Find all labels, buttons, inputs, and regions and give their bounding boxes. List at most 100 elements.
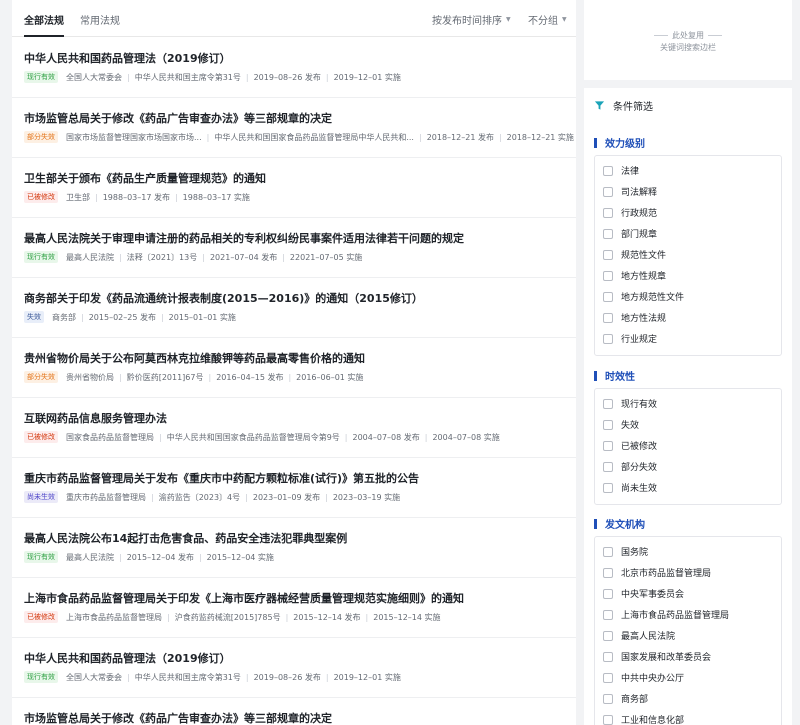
checkbox[interactable] [603, 651, 613, 662]
regulation-title-link[interactable]: 市场监管总局关于修改《药品广告审查办法》等三部规章的决定 [24, 110, 332, 126]
filter-option-label: 规范性文件 [621, 251, 667, 261]
filter-option[interactable]: 已被修改 [603, 439, 657, 452]
meta-field: 商务部 [52, 312, 76, 322]
meta-separator: | [127, 72, 130, 82]
checkbox[interactable] [603, 312, 613, 323]
meta-field: 沪食药监药械流[2015]785号 [174, 612, 281, 622]
filter-option[interactable]: 上海市食品药品监督管理局 [603, 608, 729, 621]
regulation-title-link[interactable]: 卫生部关于颁布《药品生产质量管理规范》的通知 [24, 170, 266, 186]
filter-option[interactable]: 行业规定 [603, 332, 657, 345]
section-marker [594, 137, 597, 148]
regulation-list-item[interactable]: 互联网药品信息服务管理办法 已被修改 国家食品药品监督管理局 | 中华人民共和国国家食品… [12, 398, 576, 458]
tab-common-regulations[interactable]: 常用法规 [80, 12, 120, 27]
regulation-title-link[interactable]: 最高人民法院公布14起打击危害食品、药品安全违法犯罪典型案例 [24, 530, 347, 546]
filter-option[interactable]: 失效 [603, 418, 639, 431]
regulation-list-item[interactable]: 市场监管总局关于修改《药品广告审查办法》等三部规章的决定 [12, 698, 576, 725]
checkbox[interactable] [603, 693, 613, 704]
regulation-list-item[interactable]: 卫生部关于颁布《药品生产质量管理规范》的通知 已被修改 卫生部 | 1988–03–17… [12, 158, 576, 218]
meta-field: 2018–12–21 发布 [426, 132, 494, 142]
filter-option-label: 商务部 [621, 695, 649, 705]
filter-option[interactable]: 法律 [603, 164, 639, 177]
regulation-list-item[interactable]: 商务部关于印发《药品流通统计报表制度(2015—2016)》的通知（2015修订… [12, 278, 576, 338]
meta-separator: | [325, 72, 329, 82]
filter-option-label: 部分失效 [621, 463, 658, 473]
checkbox[interactable] [603, 333, 613, 344]
checkbox[interactable] [603, 228, 613, 239]
regulation-list-item[interactable]: 中华人民共和国药品管理法（2019修订） 现行有效 全国人大常委会 | 中华人民共和国主… [12, 38, 576, 98]
checkbox[interactable] [603, 567, 613, 578]
regulation-title-link[interactable]: 上海市食品药品监督管理局关于印发《上海市医疗器械经营质量管理规范实施细则》的通知 [24, 590, 464, 606]
filter-option[interactable]: 尚未生效 [603, 481, 657, 494]
filter-option-label: 北京市药品监督管理局 [621, 569, 712, 579]
meta-field: 2004–07–08 实施 [432, 432, 500, 442]
checkbox[interactable] [603, 419, 613, 430]
status-badge: 现行有效 [24, 71, 58, 83]
filter-option[interactable]: 地方性法规 [603, 311, 666, 324]
filter-option-label: 法律 [621, 167, 640, 177]
filter-option[interactable]: 地方性规章 [603, 269, 666, 282]
regulation-list-item[interactable]: 最高人民法院关于审理申请注册的药品相关的专利权纠纷民事案件适用法律若干问题的规定… [12, 218, 576, 278]
regulation-title-link[interactable]: 贵州省物价局关于公布阿莫西林克拉维酸钾等药品最高零售价格的通知 [24, 350, 365, 366]
filter-option[interactable]: 部门规章 [603, 227, 657, 240]
checkbox[interactable] [603, 482, 613, 493]
checkbox[interactable] [603, 609, 613, 620]
meta-field: 2019–12–01 实施 [333, 72, 401, 82]
filter-option[interactable]: 地方规范性文件 [603, 290, 684, 303]
regulation-list-item[interactable]: 最高人民法院公布14起打击危害食品、药品安全违法犯罪典型案例 现行有效 最高人民法院… [12, 518, 576, 578]
checkbox[interactable] [603, 546, 613, 557]
regulation-title-link[interactable]: 市场监管总局关于修改《药品广告审查办法》等三部规章的决定 [24, 710, 332, 725]
filter-option[interactable]: 最高人民法院 [603, 629, 675, 642]
regulation-title-link[interactable]: 互联网药品信息服务管理办法 [24, 410, 167, 426]
sort-by-time-dropdown[interactable]: 按发布时间排序 ▼ [432, 12, 511, 27]
filter-section-label: 发文机构 [605, 520, 645, 531]
regulation-title-link[interactable]: 中华人民共和国药品管理法（2019修订） [24, 650, 231, 666]
meta-field: 2021–07–04 发布 [209, 252, 278, 262]
regulation-list-item[interactable]: 贵州省物价局关于公布阿莫西林克拉维酸钾等药品最高零售价格的通知 部分失效 贵州省物价… [12, 338, 576, 398]
regulation-list-item[interactable]: 中华人民共和国药品管理法（2019修订） 现行有效 全国人大常委会 | 中华人民共和国主… [12, 638, 576, 698]
regulation-list-item[interactable]: 上海市食品药品监督管理局关于印发《上海市医疗器械经营质量管理规范实施细则》的通知… [12, 578, 576, 638]
checkbox[interactable] [603, 398, 613, 409]
filter-option[interactable]: 国务院 [603, 545, 648, 558]
checkbox[interactable] [603, 291, 613, 302]
checkbox[interactable] [603, 672, 613, 683]
filter-option[interactable]: 行政规范 [603, 206, 657, 219]
meta-field: 2023–01–09 发布 [252, 492, 321, 502]
filter-option[interactable]: 北京市药品监督管理局 [603, 566, 711, 579]
regulation-list-item[interactable]: 市场监管总局关于修改《药品广告审查办法》等三部规章的决定 部分失效 国家市场监督管理… [12, 98, 576, 158]
checkbox[interactable] [603, 207, 613, 218]
checkbox[interactable] [603, 588, 613, 599]
regulation-list-item[interactable]: 重庆市药品监督管理局关于发布《重庆市中药配方颗粒标准(试行)》第五批的公告 尚未生… [12, 458, 576, 518]
checkbox[interactable] [603, 165, 613, 176]
tab-all-regulations[interactable]: 全部法规 [24, 12, 64, 37]
checkbox[interactable] [603, 714, 613, 725]
filter-option[interactable]: 规范性文件 [603, 248, 666, 261]
checkbox[interactable] [603, 440, 613, 451]
checkbox[interactable] [603, 630, 613, 641]
filter-options-box: 国务院北京市药品监督管理局中央军事委员会上海市食品药品监督管理局 最高人民法院国家… [594, 536, 782, 725]
filter-option[interactable]: 中央军事委员会 [603, 587, 684, 600]
checkbox[interactable] [603, 186, 613, 197]
filter-option[interactable]: 工业和信息化部 [603, 713, 684, 725]
regulation-title-link[interactable]: 最高人民法院关于审理申请注册的药品相关的专利权纠纷民事案件适用法律若干问题的规定 [24, 230, 464, 246]
filter-section-label: 效力级别 [605, 139, 645, 150]
checkbox[interactable] [603, 270, 613, 281]
checkbox[interactable] [603, 461, 613, 472]
meta-field: 2016–04–15 发布 [216, 372, 284, 382]
filter-option[interactable]: 中共中央办公厅 [603, 671, 684, 684]
group-label: 不分组 [528, 16, 558, 27]
regulation-title-link[interactable]: 中华人民共和国药品管理法（2019修订） [24, 50, 231, 66]
filter-option-label: 国务院 [621, 548, 649, 558]
filter-option[interactable]: 司法解释 [603, 185, 657, 198]
meta-separator: | [159, 432, 162, 442]
status-badge: 部分失效 [24, 131, 58, 143]
regulation-title-link[interactable]: 重庆市药品监督管理局关于发布《重庆市中药配方颗粒标准(试行)》第五批的公告 [24, 470, 419, 486]
filter-option[interactable]: 部分失效 [603, 460, 657, 473]
filter-option[interactable]: 国家发展和改革委员会 [603, 650, 711, 663]
meta-field: 卫生部 [66, 192, 90, 202]
filter-option[interactable]: 商务部 [603, 692, 648, 705]
checkbox[interactable] [603, 249, 613, 260]
regulation-title-link[interactable]: 商务部关于印发《药品流通统计报表制度(2015—2016)》的通知（2015修订… [24, 290, 423, 306]
filter-option[interactable]: 现行有效 [603, 397, 657, 410]
group-by-dropdown[interactable]: 不分组 ▼ [528, 12, 567, 27]
meta-separator: | [288, 372, 292, 382]
